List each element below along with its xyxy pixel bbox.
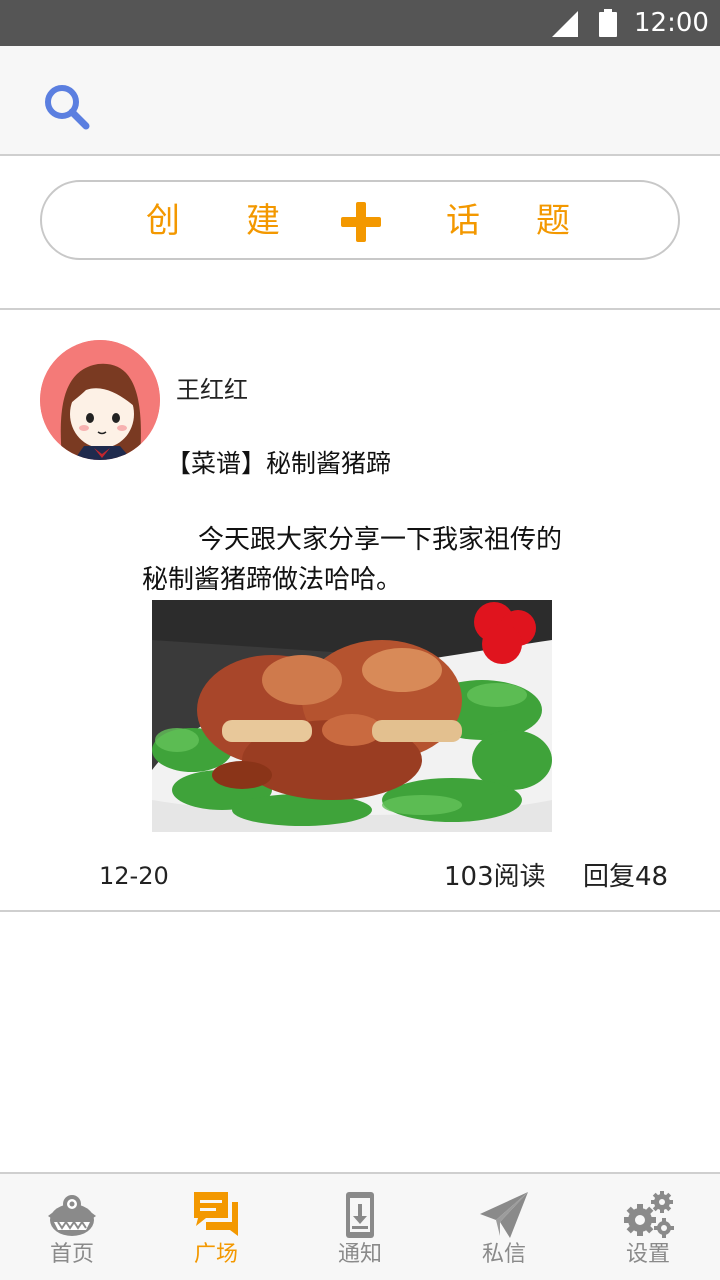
phone-download-icon	[346, 1192, 374, 1238]
status-bar: 12:00	[0, 0, 720, 46]
chat-bubbles-icon	[194, 1192, 238, 1236]
nav-label-settings: 设置	[625, 1242, 670, 1267]
plus-icon	[341, 202, 381, 242]
monster-home-icon	[48, 1195, 96, 1236]
app-screen: 12:00 创 建 话 题 王红红 【菜谱】秘制酱猪蹄 今天跟大家分享一下我家祖…	[0, 0, 720, 1280]
create-topic-char: 建	[246, 201, 280, 241]
nav-item-square[interactable]: 广场	[144, 1174, 288, 1280]
create-topic-section: 创 建 话 题	[0, 158, 720, 310]
nav-label-notifications: 通知	[337, 1242, 382, 1267]
post-author[interactable]: 王红红	[176, 374, 248, 406]
post-title[interactable]: 【菜谱】秘制酱猪蹄	[166, 447, 391, 481]
nav-item-home[interactable]: 首页	[0, 1174, 144, 1280]
cartoon-girl-avatar-icon	[40, 340, 160, 460]
create-topic-button[interactable]: 创 建 话 题	[40, 180, 680, 260]
nav-label-messages: 私信	[481, 1242, 526, 1267]
cellular-signal-icon	[552, 11, 578, 37]
nav-label-home: 首页	[49, 1242, 94, 1267]
header-bar	[0, 46, 720, 156]
nav-item-messages[interactable]: 私信	[432, 1174, 576, 1280]
nav-item-notifications[interactable]: 通知	[288, 1174, 432, 1280]
post-card[interactable]: 王红红 【菜谱】秘制酱猪蹄 今天跟大家分享一下我家祖传的秘制酱猪蹄做法哈哈。 1…	[0, 312, 720, 912]
post-date: 12-20	[99, 862, 169, 890]
nav-item-settings[interactable]: 设置	[576, 1174, 720, 1280]
nav-label-square: 广场	[193, 1242, 238, 1267]
avatar[interactable]	[40, 340, 160, 460]
paper-plane-icon	[480, 1192, 528, 1238]
battery-icon	[599, 9, 617, 37]
gears-icon	[624, 1191, 674, 1238]
post-body: 今天跟大家分享一下我家祖传的秘制酱猪蹄做法哈哈。	[142, 525, 563, 595]
status-time: 12:00	[634, 8, 709, 38]
create-topic-char: 题	[536, 201, 570, 241]
reply-count[interactable]: 回复48	[583, 860, 668, 894]
create-topic-char: 创	[146, 201, 180, 241]
post-image[interactable]	[152, 600, 552, 832]
braised-pork-trotters-image	[152, 600, 552, 832]
bottom-nav: 首页 广场 通知 私信 设置	[0, 1172, 720, 1280]
read-count: 103阅读	[444, 862, 546, 892]
create-topic-char: 话	[446, 201, 480, 241]
search-icon[interactable]	[42, 82, 90, 130]
